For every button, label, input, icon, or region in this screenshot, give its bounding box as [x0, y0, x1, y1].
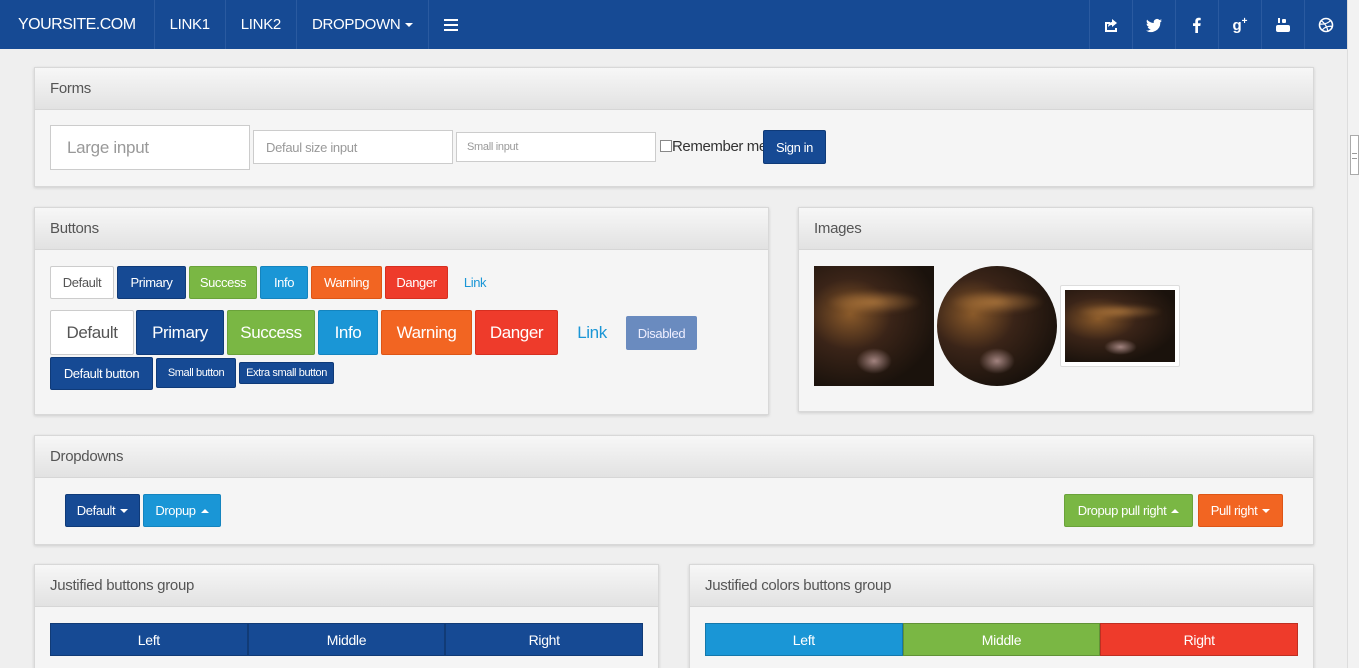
dropdowns-panel-body: Default Dropup Dropup pull right Pull ri…	[35, 478, 1313, 527]
link-button-sm[interactable]: Link	[452, 266, 498, 299]
dropup-button[interactable]: Dropup	[143, 494, 221, 527]
link-button-lg[interactable]: Link	[565, 310, 619, 355]
pull-right-label: Pull right	[1210, 503, 1258, 518]
justified-left-button[interactable]: Left	[50, 623, 248, 656]
default-input[interactable]: Defaul size input	[253, 130, 453, 164]
dribbble-button[interactable]	[1304, 0, 1347, 49]
remember-checkbox[interactable]	[660, 140, 672, 152]
share-button[interactable]	[1089, 0, 1132, 49]
justified-panel: Justified buttons group Left Middle Righ…	[34, 564, 659, 668]
justified-middle-button[interactable]: Middle	[247, 623, 446, 656]
forms-panel-title: Forms	[35, 68, 1313, 110]
caret-down-icon	[405, 22, 414, 27]
justified-colors-button-group: Left Middle Right	[705, 623, 1299, 656]
images-panel-body	[799, 250, 1312, 386]
small-input-placeholder: Small input	[467, 141, 519, 153]
extra-small-button[interactable]: Extra small button	[239, 362, 334, 384]
danger-button-lg[interactable]: Danger	[475, 310, 558, 355]
caret-up-icon	[200, 508, 209, 513]
thumbnail-image	[1065, 290, 1175, 362]
nav-link-2[interactable]: LINK2	[226, 0, 297, 49]
caret-down-icon	[120, 508, 129, 513]
youtube-icon	[1276, 17, 1290, 32]
justified-colors-left-button[interactable]: Left	[705, 623, 903, 656]
scrollbar-thumb[interactable]	[1350, 135, 1359, 175]
justified-colors-panel: Justified colors buttons group Left Midd…	[689, 564, 1314, 668]
justified-colors-panel-title: Justified colors buttons group	[690, 565, 1313, 607]
default-dropdown-label: Default	[76, 503, 116, 518]
dropup-pull-right-label: Dropup pull right	[1077, 503, 1167, 518]
default-size-button[interactable]: Default button	[50, 357, 153, 390]
nav-dropdown-label: DROPDOWN	[311, 16, 401, 33]
dropdowns-panel: Dropdowns Default Dropup Dropup pull rig…	[34, 435, 1314, 545]
nav-dropdown[interactable]: DROPDOWN	[297, 0, 430, 49]
rounded-image	[814, 266, 934, 386]
images-panel: Images	[798, 207, 1313, 412]
thumbnail-image-frame	[1060, 285, 1180, 367]
twitter-button[interactable]	[1132, 0, 1175, 49]
success-button-sm[interactable]: Success	[189, 266, 257, 299]
justified-right-button[interactable]: Right	[445, 623, 644, 656]
images-panel-title: Images	[799, 208, 1312, 250]
dropup-label: Dropup	[155, 503, 196, 518]
remember-label: Remember me	[672, 138, 767, 155]
facebook-icon	[1193, 17, 1201, 33]
dropdowns-panel-title: Dropdowns	[35, 436, 1313, 478]
warning-button-lg[interactable]: Warning	[381, 310, 472, 355]
justified-colors-middle-button[interactable]: Middle	[902, 623, 1101, 656]
success-button-lg[interactable]: Success	[227, 310, 315, 355]
default-input-placeholder: Defaul size input	[266, 139, 358, 155]
share-icon	[1105, 18, 1117, 32]
top-navbar: YOURSITE.COM LINK1 LINK2 DROPDOWN g+	[0, 0, 1347, 49]
facebook-button[interactable]	[1175, 0, 1218, 49]
justified-colors-right-button[interactable]: Right	[1100, 623, 1299, 656]
sign-in-button[interactable]: Sign in	[763, 130, 826, 164]
buttons-panel-body: Default Primary Success Info Warning Dan…	[35, 250, 768, 390]
nav-link-1[interactable]: LINK1	[155, 0, 226, 49]
brand-link[interactable]: YOURSITE.COM	[0, 0, 155, 49]
google-plus-button[interactable]: g+	[1218, 0, 1261, 49]
twitter-icon	[1146, 18, 1162, 32]
buttons-panel: Buttons Default Primary Success Info War…	[34, 207, 769, 415]
default-button-sm[interactable]: Default	[50, 266, 114, 299]
youtube-button[interactable]	[1261, 0, 1304, 49]
forms-panel: Forms Large input Defaul size input Smal…	[34, 67, 1314, 187]
circle-image	[937, 266, 1057, 386]
primary-button-sm[interactable]: Primary	[117, 266, 186, 299]
pull-right-button[interactable]: Pull right	[1198, 494, 1283, 527]
menu-toggle[interactable]	[429, 0, 473, 49]
justified-panel-body: Left Middle Right	[35, 607, 658, 656]
buttons-panel-title: Buttons	[35, 208, 768, 250]
caret-down-icon	[1262, 508, 1271, 513]
caret-up-icon	[1171, 508, 1180, 513]
default-dropdown-button[interactable]: Default	[65, 494, 140, 527]
google-plus-icon: g+	[1232, 15, 1248, 34]
dribbble-icon	[1318, 17, 1334, 32]
dropup-pull-right-button[interactable]: Dropup pull right	[1064, 494, 1193, 527]
disabled-button: Disabled	[626, 316, 697, 350]
justified-colors-panel-body: Left Middle Right	[690, 607, 1313, 656]
justified-button-group: Left Middle Right	[50, 623, 644, 656]
large-input-placeholder: Large input	[67, 137, 149, 157]
primary-button-lg[interactable]: Primary	[136, 310, 224, 355]
page-scrollbar[interactable]	[1347, 0, 1359, 668]
info-button-lg[interactable]: Info	[318, 310, 378, 355]
small-input[interactable]: Small input	[456, 132, 656, 162]
social-links: g+	[1089, 0, 1347, 49]
forms-panel-body: Large input Defaul size input Small inpu…	[35, 110, 1313, 170]
danger-button-sm[interactable]: Danger	[385, 266, 448, 299]
default-button-lg[interactable]: Default	[50, 310, 134, 355]
small-button[interactable]: Small button	[156, 358, 236, 388]
justified-panel-title: Justified buttons group	[35, 565, 658, 607]
info-button-sm[interactable]: Info	[260, 266, 308, 299]
warning-button-sm[interactable]: Warning	[311, 266, 382, 299]
hamburger-icon	[444, 18, 459, 31]
large-input[interactable]: Large input	[50, 125, 250, 170]
